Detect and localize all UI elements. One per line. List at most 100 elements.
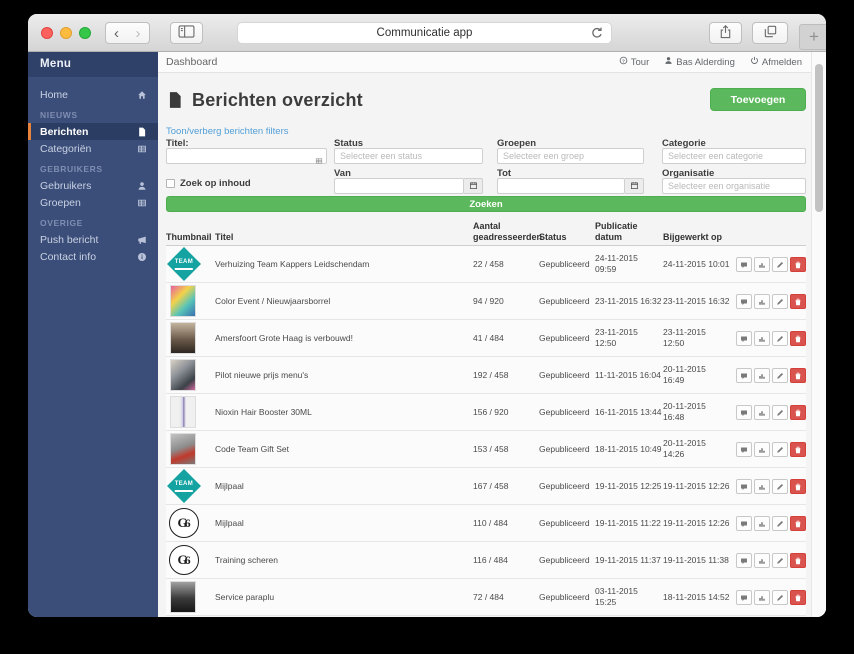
- delete-button[interactable]: [790, 441, 806, 457]
- delete-button[interactable]: [790, 293, 806, 309]
- titel-input[interactable]: [166, 148, 327, 164]
- edit-button[interactable]: [772, 330, 788, 346]
- chart-icon: [758, 516, 766, 531]
- table-icon: [137, 198, 147, 208]
- comment-button[interactable]: [736, 293, 752, 309]
- row-actions: [735, 256, 806, 272]
- delete-button[interactable]: [790, 552, 806, 568]
- sidebar-item-contact-info[interactable]: Contact info: [28, 248, 158, 265]
- share-button[interactable]: [709, 22, 742, 44]
- stats-button[interactable]: [754, 367, 770, 383]
- scrollbar-track[interactable]: [811, 52, 826, 617]
- stats-button[interactable]: [754, 293, 770, 309]
- back-button[interactable]: ‹: [105, 22, 128, 44]
- tot-date-input[interactable]: [497, 178, 625, 194]
- van-calendar-addon[interactable]: [464, 178, 483, 194]
- stats-button[interactable]: [754, 256, 770, 272]
- delete-button[interactable]: [790, 515, 806, 531]
- edit-button[interactable]: [772, 478, 788, 494]
- tab-overview-button[interactable]: [752, 22, 788, 44]
- aantal-cell: 153 / 458: [473, 443, 509, 454]
- publicatie-datum-cell: 11-11-2015 16:04: [595, 369, 661, 380]
- groepen-select[interactable]: [497, 148, 644, 164]
- delete-icon: [794, 294, 802, 309]
- berichten-table: Thumbnail Titel Aantal geadresseerden Statu…: [166, 222, 806, 617]
- sidebar-item-groepen[interactable]: Groepen: [28, 194, 158, 211]
- comment-button[interactable]: [736, 515, 752, 531]
- stats-button[interactable]: [754, 441, 770, 457]
- forward-button[interactable]: ›: [127, 22, 150, 44]
- delete-button[interactable]: [790, 330, 806, 346]
- categorie-select[interactable]: [662, 148, 806, 164]
- edit-button[interactable]: [772, 552, 788, 568]
- zoek-op-inhoud-checkbox[interactable]: [166, 179, 175, 188]
- comment-button[interactable]: [736, 552, 752, 568]
- topbar-link-bas-alderding[interactable]: Bas Alderding: [664, 56, 735, 68]
- comment-button[interactable]: [736, 256, 752, 272]
- edit-button[interactable]: [772, 256, 788, 272]
- sidebar-item-gebruikers[interactable]: Gebruikers: [28, 177, 158, 194]
- sidebar-item-categori-n[interactable]: Categoriën: [28, 140, 158, 157]
- edit-icon: [776, 368, 784, 383]
- edit-button[interactable]: [772, 293, 788, 309]
- titel-cell: Color Event / Nieuwjaarsborrel: [215, 295, 331, 306]
- add-button[interactable]: Toevoegen: [710, 88, 806, 111]
- comment-button[interactable]: [736, 367, 752, 383]
- titel-cell: Service paraplu: [215, 591, 275, 602]
- stats-button[interactable]: [754, 589, 770, 605]
- reload-icon[interactable]: [590, 26, 604, 40]
- search-button[interactable]: Zoeken: [166, 196, 806, 212]
- scrollbar-thumb[interactable]: [815, 64, 823, 212]
- delete-button[interactable]: [790, 256, 806, 272]
- comment-button[interactable]: [736, 330, 752, 346]
- delete-icon: [794, 405, 802, 420]
- aantal-cell: 116 / 484: [473, 554, 508, 565]
- edit-button[interactable]: [772, 589, 788, 605]
- comment-icon: [740, 405, 748, 420]
- stats-button[interactable]: [754, 552, 770, 568]
- minimize-window-button[interactable]: [60, 27, 72, 39]
- stats-button[interactable]: [754, 478, 770, 494]
- comment-button[interactable]: [736, 404, 752, 420]
- sidebar-item-home[interactable]: Home: [28, 86, 158, 103]
- stats-button[interactable]: [754, 330, 770, 346]
- delete-button[interactable]: [790, 404, 806, 420]
- topbar-link-afmelden[interactable]: Afmelden: [750, 56, 802, 68]
- bijgewerkt-op-cell: 24-11-2015 10:01: [663, 258, 730, 269]
- van-date-input[interactable]: [334, 178, 464, 194]
- edit-button[interactable]: [772, 441, 788, 457]
- edit-button[interactable]: [772, 404, 788, 420]
- new-tab-button[interactable]: +: [799, 24, 826, 50]
- chart-icon: [758, 442, 766, 457]
- delete-button[interactable]: [790, 589, 806, 605]
- tot-calendar-addon[interactable]: [625, 178, 644, 194]
- topbar-link-tour[interactable]: ? Tour: [619, 56, 649, 68]
- sidebar-item-push-bericht[interactable]: Push bericht: [28, 231, 158, 248]
- titel-cell: Pilot nieuwe prijs menu's: [215, 369, 309, 380]
- sidebar-toggle-button[interactable]: [170, 22, 203, 44]
- delete-button[interactable]: [790, 367, 806, 383]
- table-row: Amersfoort Grote Haag is verbouwd! 41 / 4…: [166, 320, 806, 357]
- address-bar[interactable]: Communicatie app: [237, 22, 612, 44]
- input-grid-icon: [315, 152, 323, 170]
- publicatie-datum-cell: 03-11-2015 15:25: [595, 586, 638, 607]
- close-window-button[interactable]: [41, 27, 53, 39]
- edit-button[interactable]: [772, 515, 788, 531]
- stats-button[interactable]: [754, 515, 770, 531]
- sidebar-item-label: Categoriën: [40, 142, 92, 155]
- sidebar-item-label: Berichten: [40, 125, 89, 138]
- aantal-cell: 72 / 484: [473, 591, 504, 602]
- comment-icon: [740, 331, 748, 346]
- edit-icon: [776, 442, 784, 457]
- comment-button[interactable]: [736, 478, 752, 494]
- edit-button[interactable]: [772, 367, 788, 383]
- comment-button[interactable]: [736, 589, 752, 605]
- delete-button[interactable]: [790, 478, 806, 494]
- zoom-window-button[interactable]: [79, 27, 91, 39]
- status-select[interactable]: [334, 148, 483, 164]
- stats-button[interactable]: [754, 404, 770, 420]
- sidebar-item-berichten[interactable]: Berichten: [28, 123, 158, 140]
- filter-toggle-link[interactable]: Toon/verberg berichten filters: [166, 126, 289, 137]
- organisatie-select[interactable]: [662, 178, 806, 194]
- comment-button[interactable]: [736, 441, 752, 457]
